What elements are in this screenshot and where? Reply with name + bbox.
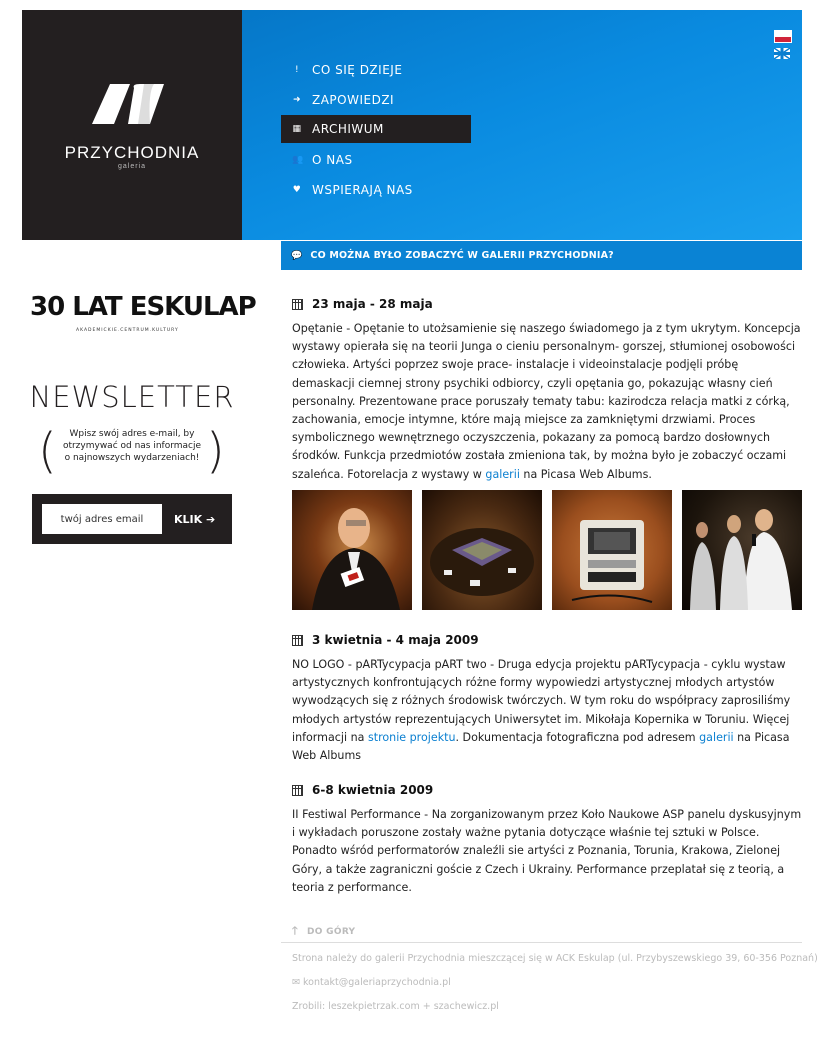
nav-label: ZAPOWIEDZI — [312, 93, 395, 107]
gallery-photo[interactable] — [682, 490, 802, 610]
newsletter-text: Wpisz swój adres e-mail, by otrzymywać o… — [62, 429, 202, 463]
calendar-icon — [292, 298, 303, 310]
entry-description: II Festiwal Performance - Na zorganizowa… — [292, 808, 802, 894]
photo-radio-device — [571, 520, 653, 603]
quote-mark-logo-icon — [92, 84, 164, 124]
entry-text-part: . Dokumentacja fotograficzna pod adresem — [455, 730, 700, 744]
gallery-link[interactable]: galerii — [699, 731, 733, 744]
arrow-right-icon: ➜ — [292, 95, 302, 105]
photo-installation — [430, 528, 534, 596]
gallery-photo[interactable] — [422, 490, 542, 610]
newsletter-form: KLIK ➔ — [32, 494, 232, 544]
calendar-icon — [292, 634, 303, 646]
entry-date-text: 6-8 kwietnia 2009 — [312, 783, 434, 797]
eskulap-tagline: AKADEMICKIE.CENTRUM.KULTURY — [76, 328, 179, 333]
photo-man-portrait — [312, 508, 400, 610]
eskulap-logo[interactable]: 30 LAT ESKULAP AKADEMICKIE.CENTRUM.KULTU… — [30, 292, 257, 342]
subscribe-button-label: KLIK — [174, 512, 203, 526]
nav-item-zapowiedzi[interactable]: ➜ ZAPOWIEDZI — [281, 86, 471, 114]
entry-date: 23 maja - 28 maja — [292, 297, 433, 311]
nav-item-archiwum[interactable]: ▦ ARCHIWUM — [281, 115, 471, 143]
footer-address: Strona należy do galerii Przychodnia mie… — [292, 953, 818, 964]
entry-text-part: na Picasa Web Albums. — [519, 467, 652, 481]
email-input[interactable] — [42, 504, 162, 534]
uk-flag-icon[interactable] — [774, 48, 790, 59]
entry-text-part: Opętanie - Opętanie to utożsamienie się … — [292, 322, 801, 481]
logo[interactable]: PRZYCHODNIA galeria — [22, 10, 242, 240]
gallery-photo[interactable] — [292, 490, 412, 610]
back-to-top-label: DO GÓRY — [307, 926, 356, 937]
calendar-icon — [292, 784, 303, 796]
envelope-icon: ✉ — [292, 977, 300, 988]
gallery-photo[interactable] — [552, 490, 672, 610]
exclamation-icon: ! — [294, 65, 300, 75]
photo-speaker — [690, 509, 792, 610]
left-parenthesis-decoration: ( — [38, 423, 57, 479]
nav-label: ARCHIWUM — [312, 122, 384, 136]
entry-date: 6-8 kwietnia 2009 — [292, 783, 433, 797]
speech-bubble-icon: 💬 — [291, 250, 303, 261]
footer-divider — [281, 942, 802, 943]
eskulap-title: 30 LAT ESKULAP — [30, 292, 257, 322]
nav-label: CO SIĘ DZIEJE — [312, 63, 403, 77]
arrow-up-icon: 🡑 — [292, 924, 299, 937]
logo-name: PRZYCHODNIA — [64, 143, 200, 162]
gallery-link[interactable]: galerii — [485, 468, 519, 481]
entry-description: Opętanie - Opętanie to utożsamienie się … — [292, 320, 804, 484]
archive-icon: ▦ — [292, 124, 302, 134]
project-page-link[interactable]: stronie projektu — [368, 731, 456, 744]
nav-label: WSPIERAJĄ NAS — [312, 183, 413, 197]
footer-email-text: kontakt@galeriaprzychodnia.pl — [303, 977, 451, 988]
entry-date-text: 3 kwietnia - 4 maja 2009 — [312, 633, 479, 647]
people-icon: 👥 — [292, 155, 304, 165]
poland-flag-icon[interactable] — [774, 30, 792, 43]
header: ! CO SIĘ DZIEJE ➜ ZAPOWIEDZI ▦ ARCHIWUM … — [242, 10, 802, 240]
newsletter-title: NEWSLETTER — [29, 380, 235, 414]
nav-label: O NAS — [312, 153, 353, 167]
entry-date-text: 23 maja - 28 maja — [312, 297, 433, 311]
footer-email[interactable]: ✉ kontakt@galeriaprzychodnia.pl — [292, 977, 451, 988]
arrow-right-icon: ➔ — [206, 512, 216, 526]
section-heading-text: CO MOŻNA BYŁO ZOBACZYĆ W GALERII PRZYCHO… — [310, 250, 614, 261]
subscribe-button[interactable]: KLIK ➔ — [174, 504, 215, 534]
logo-subtitle: galeria — [117, 163, 146, 170]
entry-date: 3 kwietnia - 4 maja 2009 — [292, 633, 479, 647]
section-heading: 💬 CO MOŻNA BYŁO ZOBACZYĆ W GALERII PRZYC… — [281, 241, 802, 270]
footer-credits: Zrobili: leszekpietrzak.com + szachewicz… — [292, 1001, 499, 1012]
heart-icon: ♥ — [292, 185, 302, 195]
nav-item-co-sie-dzieje[interactable]: ! CO SIĘ DZIEJE — [281, 56, 471, 84]
entry-description: NO LOGO - pARTycypacja pART two - Druga … — [292, 656, 804, 765]
right-parenthesis-decoration: ) — [206, 423, 225, 479]
back-to-top-link[interactable]: 🡑 DO GÓRY — [292, 922, 355, 941]
nav-item-wspieraja-nas[interactable]: ♥ WSPIERAJĄ NAS — [281, 176, 471, 204]
nav-item-o-nas[interactable]: 👥 O NAS — [281, 146, 471, 174]
